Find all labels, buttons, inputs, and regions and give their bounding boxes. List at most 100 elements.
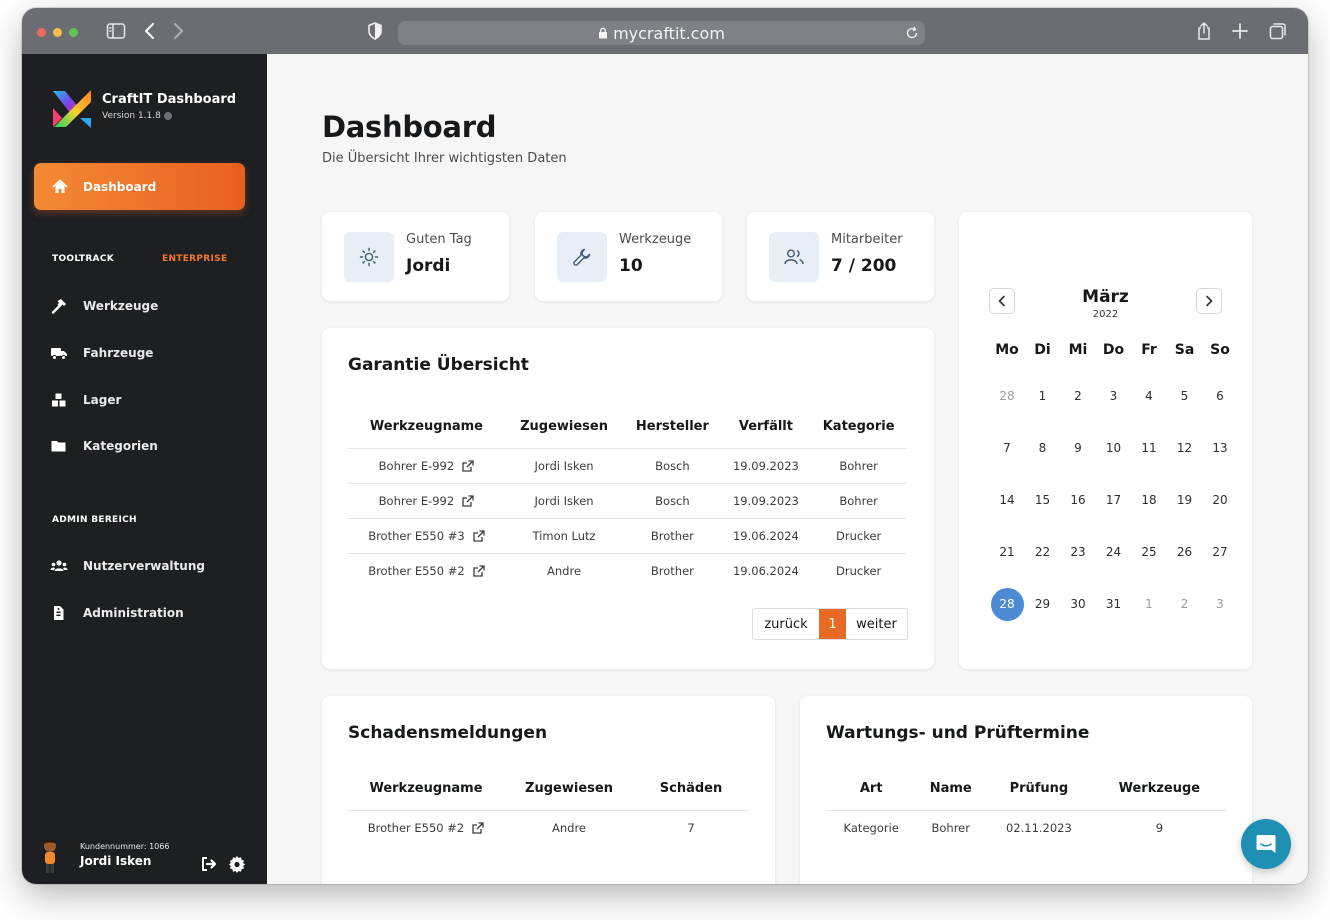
calendar-day[interactable]: 17: [1096, 493, 1132, 507]
calendar-day[interactable]: 27: [1202, 545, 1238, 559]
gear-icon[interactable]: [228, 855, 246, 873]
calendar-day[interactable]: 3: [1096, 389, 1132, 403]
back-icon[interactable]: [140, 21, 160, 41]
section-tooltrack: TOOLTRACK: [52, 254, 114, 264]
address-bar[interactable]: mycraftit.com: [398, 21, 925, 45]
table-cell: Brother: [650, 563, 694, 578]
warranty-card: Garantie Übersicht Werkzeugname Zugewies…: [322, 328, 934, 669]
calendar-day-today[interactable]: 28: [989, 597, 1025, 611]
tool-link[interactable]: Brother E550 #2: [348, 810, 504, 845]
calendar-day[interactable]: 10: [1096, 441, 1132, 455]
craftit-logo[interactable]: [50, 88, 94, 130]
calendar-day[interactable]: 1: [1131, 597, 1167, 611]
table-cell: Kategorie: [843, 820, 899, 835]
damage-table: Werkzeugname Zugewiesen Schäden Brother …: [348, 768, 748, 845]
calendar-day[interactable]: 2: [1167, 597, 1203, 611]
calendar-day[interactable]: 3: [1202, 597, 1238, 611]
calendar-day[interactable]: 18: [1131, 493, 1167, 507]
nav-kategorien[interactable]: Kategorien: [50, 436, 158, 456]
close-window-button[interactable]: [37, 28, 46, 37]
calendar-day[interactable]: 11: [1131, 441, 1167, 455]
calendar-day[interactable]: 29: [1025, 597, 1061, 611]
table-cell: Bosch: [623, 448, 722, 484]
calendar-day[interactable]: 6: [1202, 389, 1238, 403]
calendar-day[interactable]: 20: [1202, 493, 1238, 507]
table-header-row: Werkzeugname Zugewiesen Hersteller Verfä…: [348, 406, 907, 449]
enterprise-badge: ENTERPRISE: [162, 254, 228, 264]
calendar-day[interactable]: 19: [1167, 493, 1203, 507]
external-link-icon[interactable]: [472, 822, 484, 834]
external-link-icon[interactable]: [473, 529, 485, 542]
column-header: Kategorie: [810, 406, 907, 449]
stat-value: Jordi: [406, 256, 451, 276]
nav-werkzeuge-label: Werkzeuge: [83, 299, 159, 313]
next-page-button[interactable]: weiter: [846, 609, 907, 639]
nav-nutzerverwaltung[interactable]: Nutzerverwaltung: [50, 556, 205, 576]
calendar-day[interactable]: 14: [989, 493, 1025, 507]
table-cell: Andre: [547, 563, 582, 578]
weekday-header: Mo: [995, 342, 1019, 358]
tab-overview-icon[interactable]: [1268, 21, 1288, 41]
maximize-window-button[interactable]: [69, 28, 78, 37]
tool-link[interactable]: Bohrer E-992: [348, 483, 505, 519]
calendar-day[interactable]: 12: [1167, 441, 1203, 455]
table-cell: 02.11.2023: [1005, 820, 1072, 835]
wrench-icon: [573, 248, 591, 266]
chat-button[interactable]: [1241, 819, 1291, 869]
tool-link[interactable]: Bohrer E-992: [348, 448, 505, 484]
table-cell: Brother: [623, 518, 722, 554]
sidebar-toggle-icon[interactable]: [106, 21, 126, 41]
nav-fahrzeuge[interactable]: Fahrzeuge: [50, 343, 153, 363]
tool-link[interactable]: Brother E550 #3: [348, 518, 505, 554]
table-cell: Bohrer: [810, 483, 907, 519]
calendar-day[interactable]: 8: [1025, 441, 1061, 455]
minimize-window-button[interactable]: [53, 28, 62, 37]
calendar-day[interactable]: 5: [1167, 389, 1203, 403]
external-link-icon[interactable]: [462, 459, 474, 472]
calendar-day[interactable]: 25: [1131, 545, 1167, 559]
nav-kategorien-label: Kategorien: [83, 439, 158, 453]
nav-lager[interactable]: Lager: [50, 390, 121, 410]
calendar-day[interactable]: 15: [1025, 493, 1061, 507]
stat-value: 10: [619, 256, 643, 276]
calendar-day[interactable]: 23: [1060, 545, 1096, 559]
calendar-day[interactable]: 22: [1025, 545, 1061, 559]
nav-werkzeuge[interactable]: Werkzeuge: [50, 296, 158, 316]
table-row: Brother E550 #2 Andre 7: [348, 810, 748, 845]
stat-card-greeting: Guten Tag Jordi: [322, 212, 509, 301]
calendar-day[interactable]: 26: [1167, 545, 1203, 559]
calendar-day[interactable]: 7: [989, 441, 1025, 455]
avatar[interactable]: [38, 838, 62, 874]
new-tab-icon[interactable]: [1230, 21, 1250, 41]
tool-name: Bohrer E-992: [378, 458, 455, 473]
calendar-day[interactable]: 24: [1096, 545, 1132, 559]
share-icon[interactable]: [1194, 21, 1214, 41]
warranty-title: Garantie Übersicht: [348, 355, 529, 375]
nav-dashboard[interactable]: Dashboard: [34, 163, 245, 210]
file-icon: [54, 606, 64, 620]
prev-page-button[interactable]: zurück: [753, 609, 819, 639]
external-link-icon[interactable]: [462, 494, 474, 507]
table-row: Brother E550 #3 Timon Lutz Brother 19.06…: [348, 518, 907, 554]
calendar-day[interactable]: 13: [1202, 441, 1238, 455]
calendar-day[interactable]: 9: [1060, 441, 1096, 455]
calendar-day[interactable]: 21: [989, 545, 1025, 559]
calendar-day[interactable]: 30: [1060, 597, 1096, 611]
column-header: Name: [916, 768, 986, 811]
calendar-day[interactable]: 1: [1025, 389, 1061, 403]
calendar-day[interactable]: 28: [989, 389, 1025, 403]
stat-label: Mitarbeiter: [831, 232, 903, 247]
tool-link[interactable]: Brother E550 #2: [348, 553, 505, 588]
calendar-day[interactable]: 16: [1060, 493, 1096, 507]
page-1-button[interactable]: 1: [819, 609, 846, 639]
external-link-icon[interactable]: [473, 565, 485, 577]
shield-icon[interactable]: [365, 21, 385, 41]
reload-icon[interactable]: [905, 26, 919, 40]
forward-icon[interactable]: [168, 21, 188, 41]
stat-icon-box: [344, 232, 394, 282]
logout-icon[interactable]: [200, 855, 218, 873]
nav-administration[interactable]: Administration: [50, 603, 184, 623]
calendar-day[interactable]: 2: [1060, 389, 1096, 403]
calendar-day[interactable]: 4: [1131, 389, 1167, 403]
calendar-day[interactable]: 31: [1096, 597, 1132, 611]
